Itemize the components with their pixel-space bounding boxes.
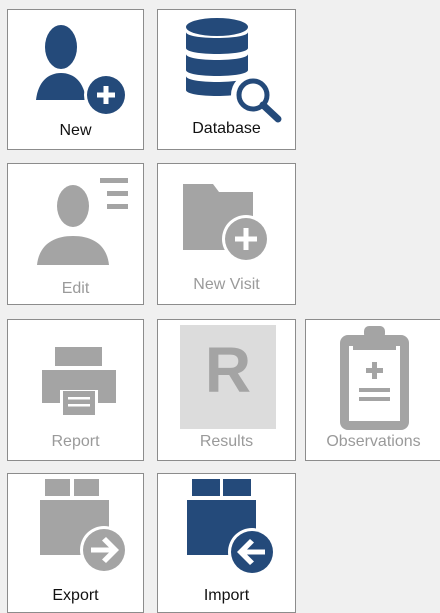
results-r-icon: R [180,325,276,429]
import-button[interactable]: Import [157,473,296,613]
results-label: Results [199,433,254,450]
report-button[interactable]: Report [7,319,144,461]
export-label: Export [52,587,99,604]
database-label: Database [192,120,261,137]
results-r-letter: R [204,334,252,406]
observations-label: Observations [326,433,421,450]
edit-label: Edit [61,280,90,297]
new-label: New [59,122,92,139]
report-label: Report [51,433,100,450]
results-button[interactable]: R Results [157,319,296,461]
edit-button[interactable]: Edit [7,163,144,305]
export-button[interactable]: Export [7,473,144,613]
import-label: Import [203,587,250,604]
new-visit-button[interactable]: New Visit [157,163,296,305]
database-button[interactable]: Database [157,9,296,150]
observations-button[interactable]: Observations [305,319,440,461]
new-visit-label: New Visit [193,276,260,293]
new-button[interactable]: New [7,9,144,150]
